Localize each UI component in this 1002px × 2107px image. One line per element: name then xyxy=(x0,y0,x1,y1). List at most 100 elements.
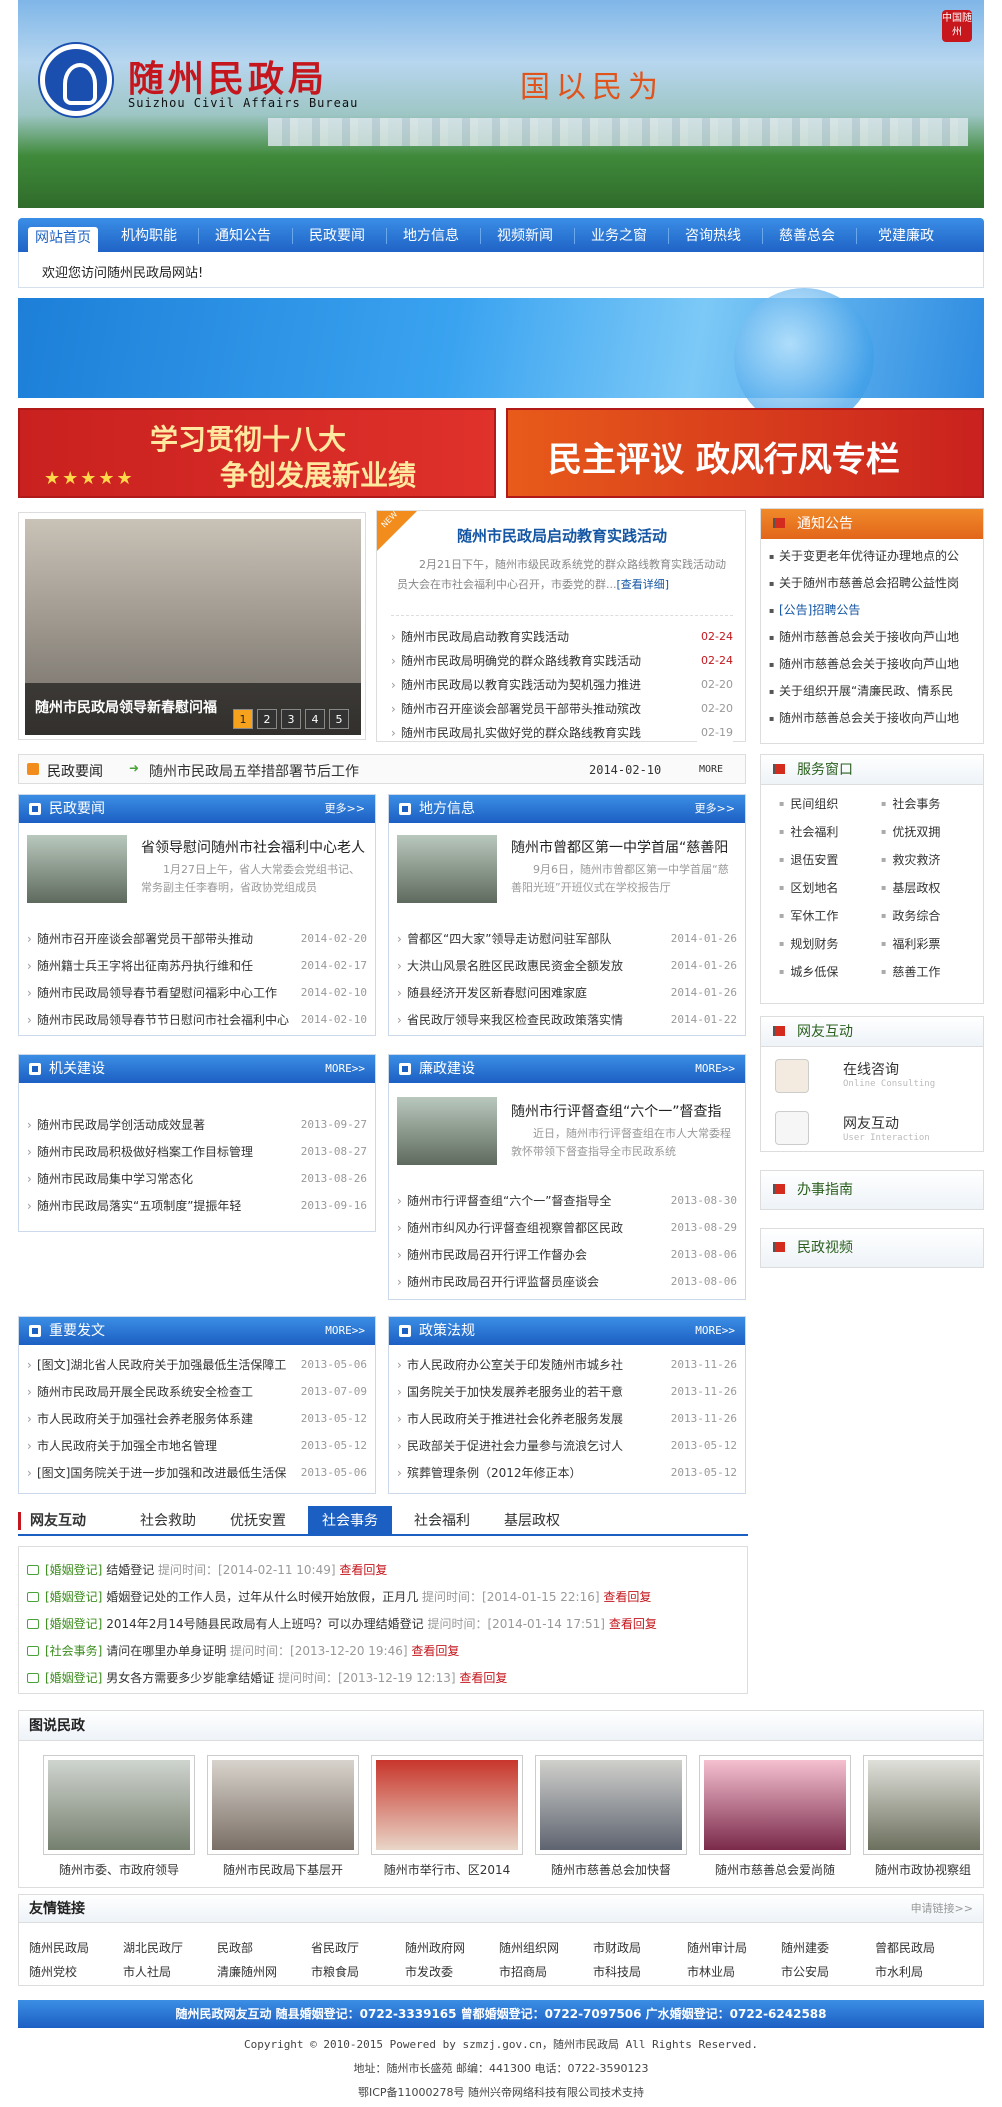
slide-page-4[interactable]: 4 xyxy=(305,709,325,729)
nav-tzgg[interactable]: 通知公告 xyxy=(198,226,288,252)
notice-item[interactable]: 随州市慈善总会关于接收向芦山地 xyxy=(761,705,983,732)
service-link[interactable]: 慈善工作 xyxy=(881,963,940,980)
guide-header[interactable]: 办事指南 xyxy=(761,1171,983,1209)
friend-link[interactable]: 市发改委 xyxy=(405,1963,453,1980)
message-row[interactable]: [社会事务] 请问在哪里办单身证明 提问时间：[2013-12-20 19:46… xyxy=(27,1642,459,1659)
gallery-photo[interactable] xyxy=(371,1755,523,1855)
feature-title[interactable]: 随州市曾都区第一中学首届“慈善阳 xyxy=(511,837,739,857)
list-item[interactable]: 随县经济开发区新春慰问困难家庭2014-01-26 xyxy=(397,981,737,1005)
feature-title[interactable]: 随州市行评督查组“六个一”督查指 xyxy=(511,1101,739,1121)
list-item[interactable]: 随州市民政局开展全民政系统安全检查工2013-07-09 xyxy=(27,1380,367,1404)
service-link[interactable]: 退伍安置 xyxy=(779,851,838,868)
service-link[interactable]: 民间组织 xyxy=(779,795,838,812)
slide-page-3[interactable]: 3 xyxy=(281,709,301,729)
gallery-photo[interactable] xyxy=(535,1755,687,1855)
notice-item[interactable]: 关于变更老年优待证办理地点的公 xyxy=(761,543,983,570)
tab-yfaz[interactable]: 优抚安置 xyxy=(218,1506,298,1536)
friend-link[interactable]: 随州民政局 xyxy=(29,1939,89,1956)
slideshow[interactable]: 随州市民政局领导新春慰问福 1 2 3 4 5 xyxy=(18,512,366,740)
gallery-caption[interactable]: 随州市民政局下基层开 xyxy=(207,1861,359,1878)
tab-jczq[interactable]: 基层政权 xyxy=(492,1506,572,1536)
gallery-photo[interactable] xyxy=(699,1755,851,1855)
more-link[interactable]: MORE>> xyxy=(325,1055,365,1083)
user-interaction-link[interactable]: 网友互动 xyxy=(843,1113,899,1133)
banner-wide[interactable] xyxy=(18,288,984,428)
promo-banner-review[interactable]: 民主评议 政风行风专栏 xyxy=(506,408,984,498)
list-item[interactable]: 市人民政府办公室关于印发随州市城乡社2013-11-26 xyxy=(397,1353,737,1377)
service-link[interactable]: 社会事务 xyxy=(881,795,940,812)
ticker-text[interactable]: 随州市民政局五举措部署节后工作 xyxy=(149,761,359,781)
more-link[interactable]: 更多>> xyxy=(325,795,365,823)
list-item[interactable]: 市人民政府关于加强全市地名管理2013-05-12 xyxy=(27,1434,367,1458)
list-item[interactable]: [图文]湖北省人民政府关于加强最低生活保障工2013-05-06 xyxy=(27,1353,367,1377)
list-item[interactable]: 随州市民政局扎实做好党的群众路线教育实践02-19 xyxy=(391,721,733,745)
nav-ywzc[interactable]: 业务之窗 xyxy=(574,226,664,252)
promo-banner-18th[interactable]: ★★★★★ 学习贯彻十八大 争创发展新业绩 xyxy=(18,408,496,498)
gallery-caption[interactable]: 随州市政协视察组 xyxy=(863,1861,983,1878)
friend-link[interactable]: 市林业局 xyxy=(687,1963,735,1980)
list-item[interactable]: 随州市纠风办行评督查组视察曾都区民政2013-08-29 xyxy=(397,1216,737,1240)
guide-box[interactable]: 办事指南 xyxy=(760,1170,984,1210)
message-row[interactable]: [婚姻登记] 男女各方需要多少岁能拿结婚证 提问时间：[2013-12-19 1… xyxy=(27,1669,507,1686)
more-link[interactable]: 更多>> xyxy=(695,795,735,823)
headline-title[interactable]: 随州市民政局启动教育实践活动 xyxy=(377,525,747,546)
gallery-caption[interactable]: 随州市举行市、区2014 xyxy=(371,1861,523,1878)
view-reply-link[interactable]: 查看回复 xyxy=(411,1644,459,1658)
service-link[interactable]: 城乡低保 xyxy=(779,963,838,980)
list-item[interactable]: 民政部关于促进社会力量参与流浪乞讨人2013-05-12 xyxy=(397,1434,737,1458)
list-item[interactable]: 随州市召开座谈会部署党员干部带头推动殡改02-20 xyxy=(391,697,733,721)
service-link[interactable]: 优抚双拥 xyxy=(881,823,940,840)
nav-jgzn[interactable]: 机构职能 xyxy=(104,226,194,252)
friend-link[interactable]: 市财政局 xyxy=(593,1939,641,1956)
list-item[interactable]: 随州市民政局集中学习常态化2013-08-26 xyxy=(27,1167,367,1191)
list-item[interactable]: 国务院关于加快发展养老服务业的若干意2013-11-26 xyxy=(397,1380,737,1404)
friend-link[interactable]: 市人社局 xyxy=(123,1963,171,1980)
tab-shjz[interactable]: 社会救助 xyxy=(128,1506,208,1536)
gallery-photo[interactable] xyxy=(863,1755,983,1855)
friend-link[interactable]: 市粮食局 xyxy=(311,1963,359,1980)
friend-link[interactable]: 民政部 xyxy=(217,1939,253,1956)
friend-link[interactable]: 随州党校 xyxy=(29,1963,77,1980)
feature-image[interactable] xyxy=(27,835,127,903)
notice-item[interactable]: [公告]招聘公告 xyxy=(761,597,983,624)
list-item[interactable]: 随州市民政局学创活动成效显著2013-09-27 xyxy=(27,1113,367,1137)
notice-item[interactable]: 随州市慈善总会关于接收向芦山地 xyxy=(761,651,983,678)
list-item[interactable]: 殡葬管理条例（2012年修正本）2013-05-12 xyxy=(397,1461,737,1485)
list-item[interactable]: 随州籍士兵王字将出征南苏丹执行维和任2014-02-17 xyxy=(27,954,367,978)
view-reply-link[interactable]: 查看回复 xyxy=(459,1671,507,1685)
friend-link[interactable]: 曾都民政局 xyxy=(875,1939,935,1956)
friend-link[interactable]: 随州组织网 xyxy=(499,1939,559,1956)
gallery-caption[interactable]: 随州市慈善总会加快督 xyxy=(535,1861,687,1878)
list-item[interactable]: 大洪山风景名胜区民政惠民资金全额发放2014-01-26 xyxy=(397,954,737,978)
nav-djlz[interactable]: 党建廉政 xyxy=(856,226,956,252)
list-item[interactable]: 随州市民政局以教育实践活动为契机强力推进02-20 xyxy=(391,673,733,697)
notice-item[interactable]: 随州市慈善总会关于接收向芦山地 xyxy=(761,624,983,651)
list-item[interactable]: [图文]国务院关于进一步加强和改进最低生活保2013-05-06 xyxy=(27,1461,367,1485)
list-item[interactable]: 随州市民政局召开行评工作督办会2013-08-06 xyxy=(397,1243,737,1267)
list-item[interactable]: 省民政厅领导来我区检查民政政策落实情2014-01-22 xyxy=(397,1008,737,1032)
list-item[interactable]: 随州市民政局积极做好档案工作目标管理2013-08-27 xyxy=(27,1140,367,1164)
friend-link[interactable]: 市水利局 xyxy=(875,1963,923,1980)
more-link[interactable]: MORE>> xyxy=(695,1055,735,1083)
ticker-more[interactable]: MORE xyxy=(699,764,723,775)
nav-dfxx[interactable]: 地方信息 xyxy=(386,226,476,252)
feature-image[interactable] xyxy=(397,1097,497,1165)
list-item[interactable]: 随州市民政局启动教育实践活动02-24 xyxy=(391,625,733,649)
nav-zxrx[interactable]: 咨询热线 xyxy=(668,226,758,252)
logo-emblem[interactable] xyxy=(40,44,112,116)
more-link[interactable]: MORE>> xyxy=(325,1317,365,1345)
notice-item[interactable]: 关于随州市慈善总会招聘公益性岗 xyxy=(761,570,983,597)
list-item[interactable]: 曾都区“四大家”领导走访慰问驻军部队2014-01-26 xyxy=(397,927,737,951)
service-link[interactable]: 社会福利 xyxy=(779,823,838,840)
document-icon[interactable] xyxy=(775,1111,809,1145)
list-item[interactable]: 市人民政府关于加强社会养老服务体系建2013-05-12 xyxy=(27,1407,367,1431)
view-reply-link[interactable]: 查看回复 xyxy=(339,1563,387,1577)
service-link[interactable]: 救灾救济 xyxy=(881,851,940,868)
service-link[interactable]: 规划财务 xyxy=(779,935,838,952)
apply-link[interactable]: 申请链接>> xyxy=(911,1895,973,1923)
view-reply-link[interactable]: 查看回复 xyxy=(609,1617,657,1631)
online-consult-link[interactable]: 在线咨询 xyxy=(843,1059,899,1079)
gallery-caption[interactable]: 随州市委、市政府领导 xyxy=(43,1861,195,1878)
more-link[interactable]: MORE>> xyxy=(695,1317,735,1345)
service-link[interactable]: 军休工作 xyxy=(779,907,838,924)
